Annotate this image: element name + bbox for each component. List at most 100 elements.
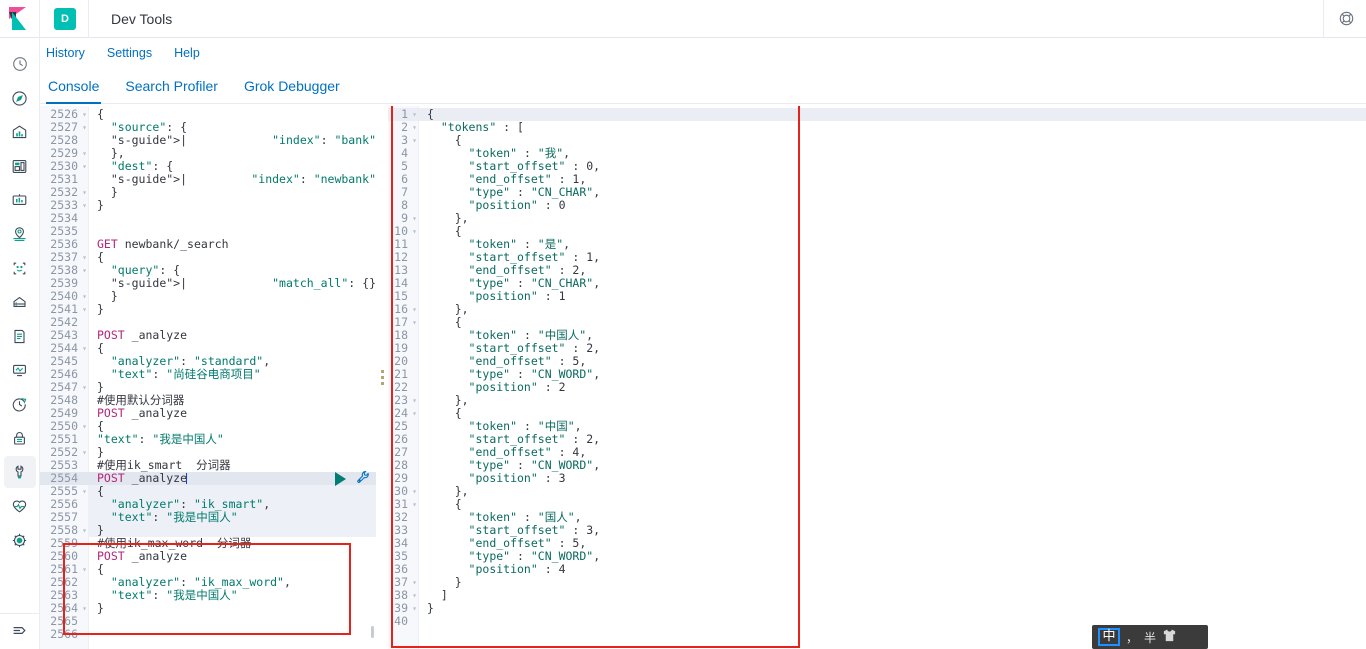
nav-link-settings[interactable]: Settings: [107, 46, 152, 60]
fold-marker[interactable]: ▾: [80, 199, 89, 212]
tab-grok-debugger[interactable]: Grok Debugger: [242, 78, 342, 103]
sidebar-item-machine-learning[interactable]: [4, 252, 36, 284]
code-text: ]: [427, 588, 448, 602]
sidebar-item-recently-viewed[interactable]: [4, 48, 36, 80]
code-line: 23 ▾ },: [388, 394, 1366, 407]
fold-marker[interactable]: ▾: [80, 251, 89, 264]
fold-marker[interactable]: ▾: [80, 160, 89, 173]
fold-marker[interactable]: ▾: [80, 303, 89, 316]
code-line: 9 ▾ },: [388, 212, 1366, 225]
sidebar-collapse-button[interactable]: [0, 613, 40, 649]
fold-marker[interactable]: ▾: [410, 134, 419, 147]
code-text: }: [97, 185, 118, 199]
code-line: 2563 "text": "我是中国人": [40, 589, 376, 602]
sidebar-item-uptime[interactable]: [4, 388, 36, 420]
logs-document-icon: [11, 328, 28, 345]
code-text: POST _analyze: [97, 549, 188, 563]
wrench-icon[interactable]: [356, 470, 370, 487]
ime-status-bar[interactable]: 中 ， 半: [1092, 625, 1208, 649]
code-text: "text": "我是中国人": [110, 588, 238, 602]
fold-marker[interactable]: ▾: [410, 602, 419, 615]
fold-marker[interactable]: ▾: [80, 186, 89, 199]
fold-marker[interactable]: ▾: [80, 121, 89, 134]
fold-marker[interactable]: ▾: [410, 212, 419, 225]
code-text: }: [427, 575, 462, 589]
code-text: "position" : 3: [468, 471, 566, 485]
fold-marker[interactable]: ▾: [80, 108, 89, 121]
tab-console[interactable]: Console: [46, 78, 102, 104]
fold-marker[interactable]: ▾: [80, 602, 89, 615]
fold-marker[interactable]: ▾: [80, 342, 89, 355]
request-action-icons: [335, 470, 370, 487]
fold-marker[interactable]: ▾: [410, 316, 419, 329]
fold-marker[interactable]: ▾: [80, 420, 89, 433]
uptime-clock-arrow-icon: [11, 396, 28, 413]
top-header-right-group: [1323, 0, 1366, 38]
fold-marker[interactable]: ▾: [410, 576, 419, 589]
fold-marker[interactable]: ▾: [80, 147, 89, 160]
response-viewer-pane[interactable]: 1 ▾{2 ▾ "tokens" : [3 ▾ {4 "token" : "我", 5 …: [388, 106, 1366, 649]
fold-marker[interactable]: ▾: [410, 121, 419, 134]
sidebar-item-canvas[interactable]: [4, 184, 36, 216]
code-line: 2543 POST _analyze: [40, 329, 376, 342]
ime-skin-shirt-icon[interactable]: [1162, 628, 1177, 646]
code-text: POST _analyze: [97, 406, 188, 420]
kibana-home-logo-button[interactable]: [0, 0, 40, 38]
code-text: },: [427, 211, 469, 225]
fold-marker[interactable]: ▾: [80, 381, 89, 394]
fold-marker[interactable]: ▾: [410, 589, 419, 602]
fold-marker[interactable]: ▾: [80, 290, 89, 303]
nav-link-help[interactable]: Help: [174, 46, 200, 60]
sidebar-item-dashboard[interactable]: [4, 150, 36, 182]
console-nav-links: History Settings Help: [40, 38, 1366, 68]
fold-marker[interactable]: ▾: [80, 524, 89, 537]
fold-marker[interactable]: ▾: [410, 394, 419, 407]
fold-marker[interactable]: ▾: [410, 407, 419, 420]
fold-marker[interactable]: ▾: [410, 303, 419, 316]
play-triangle-icon[interactable]: [335, 471, 346, 486]
sidebar-item-maps[interactable]: [4, 218, 36, 250]
sidebar-item-dev-tools[interactable]: [3, 456, 36, 488]
sidebar-item-discover[interactable]: [4, 82, 36, 114]
fold-marker[interactable]: ▾: [80, 485, 89, 498]
code-line: 2548 #使用默认分词器: [40, 394, 376, 407]
fold-marker[interactable]: ▾: [410, 485, 419, 498]
sidebar-item-security[interactable]: [4, 422, 36, 454]
fold-marker[interactable]: ▾: [410, 225, 419, 238]
request-editor-scrollbar[interactable]: [371, 626, 374, 638]
sidebar-item-apm[interactable]: [4, 354, 36, 386]
ime-mode-button[interactable]: 中: [1098, 628, 1120, 646]
fold-marker[interactable]: ▾: [80, 446, 89, 459]
space-selector-button[interactable]: D: [40, 0, 89, 38]
code-text: {: [427, 107, 434, 121]
sidebar-item-management[interactable]: [4, 524, 36, 556]
nav-link-history[interactable]: History: [46, 46, 85, 60]
code-text: "position" : 1: [468, 289, 566, 303]
sidebar-item-logs[interactable]: [4, 320, 36, 352]
ime-width-button[interactable]: 半: [1144, 629, 1156, 646]
code-line: 8 "position" : 0: [388, 199, 1366, 212]
request-editor-pane[interactable]: 2526 ▾{2527 ▾ "source": {2528 "s-guide">| …: [40, 106, 376, 649]
help-globe-icon[interactable]: [1336, 9, 1356, 29]
sidebar-item-monitoring[interactable]: [4, 490, 36, 522]
fold-marker[interactable]: ▾: [80, 264, 89, 277]
request-editor-lines[interactable]: 2526 ▾{2527 ▾ "source": {2528 "s-guide">| …: [40, 106, 376, 641]
pane-splitter[interactable]: [376, 106, 388, 649]
text-cursor: [186, 473, 188, 484]
maps-location-icon: [11, 226, 28, 243]
sidebar-item-infrastructure[interactable]: [4, 286, 36, 318]
code-line: 2540 ▾ }: [40, 290, 376, 303]
fold-marker[interactable]: ▾: [80, 563, 89, 576]
code-text: POST _analyze: [97, 471, 188, 485]
sidebar-item-visualize[interactable]: [4, 116, 36, 148]
response-viewer-lines: 1 ▾{2 ▾ "tokens" : [3 ▾ {4 "token" : "我", 5 …: [388, 106, 1366, 628]
ime-punctuation-button[interactable]: ，: [1126, 629, 1138, 646]
fold-marker[interactable]: ▾: [410, 108, 419, 121]
apm-monitor-icon: [11, 362, 28, 379]
line-number: 40: [394, 614, 408, 628]
tab-search-profiler[interactable]: Search Profiler: [123, 78, 220, 103]
fold-marker[interactable]: ▾: [410, 498, 419, 511]
